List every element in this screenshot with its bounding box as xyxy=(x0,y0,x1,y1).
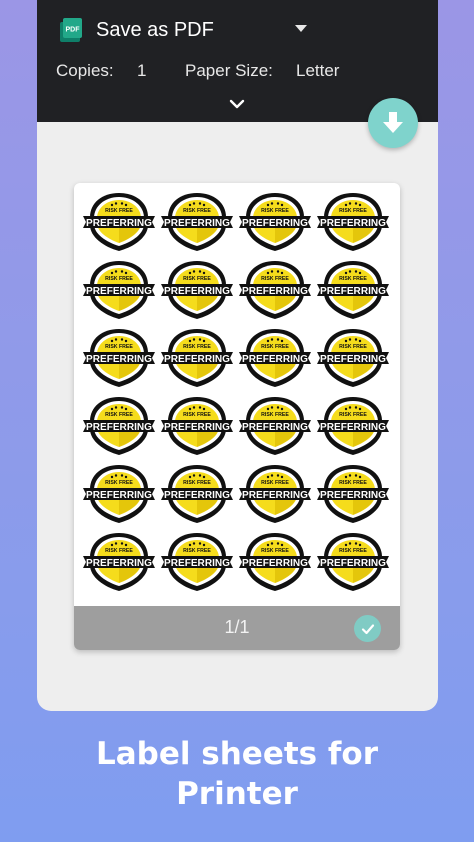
label-main-text: PREFERRING xyxy=(320,422,386,433)
download-pdf-button[interactable] xyxy=(368,98,418,148)
label-top-text: RISK FREE xyxy=(339,412,367,418)
label-top-text: RISK FREE xyxy=(183,276,211,282)
label-main-text: PREFERRING xyxy=(86,490,152,501)
label-top-text: RISK FREE xyxy=(339,276,367,282)
label-sheet-grid: RISK FREE PREFERRING RISK FREE PREFERRING RI… xyxy=(82,191,394,601)
label-top-text: RISK FREE xyxy=(261,412,289,418)
label-top-text: RISK FREE xyxy=(183,344,211,350)
label-top-text: RISK FREE xyxy=(183,480,211,486)
label-top-text: RISK FREE xyxy=(105,276,133,282)
label-badge: RISK FREE PREFERRING xyxy=(160,327,234,389)
promo-caption: Label sheets for Printer xyxy=(0,734,474,814)
label-main-text: PREFERRING xyxy=(242,354,308,365)
label-badge: RISK FREE PREFERRING xyxy=(316,327,390,389)
paper-size-label: Paper Size: xyxy=(185,61,273,80)
label-top-text: RISK FREE xyxy=(183,548,211,554)
label-main-text: PREFERRING xyxy=(164,558,230,569)
label-main-text: PREFERRING xyxy=(320,218,386,229)
label-top-text: RISK FREE xyxy=(261,480,289,486)
label-main-text: PREFERRING xyxy=(320,354,386,365)
label-badge: RISK FREE PREFERRING xyxy=(238,463,312,525)
label-main-text: PREFERRING xyxy=(86,218,152,229)
label-main-text: PREFERRING xyxy=(242,558,308,569)
caption-line-1: Label sheets for xyxy=(95,736,378,772)
label-badge: RISK FREE PREFERRING xyxy=(160,191,234,253)
label-main-text: PREFERRING xyxy=(164,354,230,365)
page-counter: 1/1 xyxy=(224,617,250,637)
destination-select[interactable]: Save as PDF xyxy=(96,17,214,43)
label-badge: RISK FREE PREFERRING xyxy=(238,191,312,253)
svg-text:PDF: PDF xyxy=(66,27,81,34)
label-badge: RISK FREE PREFERRING xyxy=(316,395,390,457)
label-badge: RISK FREE PREFERRING xyxy=(238,531,312,593)
label-main-text: PREFERRING xyxy=(320,490,386,501)
label-main-text: PREFERRING xyxy=(86,354,152,365)
label-main-text: PREFERRING xyxy=(86,558,152,569)
dropdown-caret-icon[interactable] xyxy=(295,25,307,32)
label-badge: RISK FREE PREFERRING xyxy=(82,463,156,525)
label-badge: RISK FREE PREFERRING xyxy=(316,191,390,253)
label-top-text: RISK FREE xyxy=(339,480,367,486)
label-main-text: PREFERRING xyxy=(242,286,308,297)
label-top-text: RISK FREE xyxy=(261,548,289,554)
label-top-text: RISK FREE xyxy=(183,412,211,418)
label-badge: RISK FREE PREFERRING xyxy=(238,259,312,321)
label-top-text: RISK FREE xyxy=(105,548,133,554)
label-main-text: PREFERRING xyxy=(242,218,308,229)
label-badge: RISK FREE PREFERRING xyxy=(160,531,234,593)
label-badge: RISK FREE PREFERRING xyxy=(160,463,234,525)
label-badge: RISK FREE PREFERRING xyxy=(160,259,234,321)
label-top-text: RISK FREE xyxy=(261,344,289,350)
label-top-text: RISK FREE xyxy=(339,548,367,554)
page-footer: 1/1 xyxy=(74,606,400,650)
label-top-text: RISK FREE xyxy=(339,208,367,214)
chevron-down-icon[interactable] xyxy=(229,97,245,109)
label-top-text: RISK FREE xyxy=(261,208,289,214)
label-badge: RISK FREE PREFERRING xyxy=(160,395,234,457)
pdf-icon: PDF xyxy=(57,17,83,43)
label-top-text: RISK FREE xyxy=(105,480,133,486)
download-arrow-icon xyxy=(383,112,403,133)
check-icon xyxy=(361,623,374,634)
print-preview-screen: PDF Save as PDF Copies: 1 Paper Size: Le… xyxy=(37,0,438,711)
label-top-text: RISK FREE xyxy=(339,344,367,350)
label-top-text: RISK FREE xyxy=(105,344,133,350)
label-badge: RISK FREE PREFERRING xyxy=(316,531,390,593)
label-main-text: PREFERRING xyxy=(320,286,386,297)
label-top-text: RISK FREE xyxy=(261,276,289,282)
label-badge: RISK FREE PREFERRING xyxy=(82,259,156,321)
copies-label: Copies: xyxy=(56,61,114,80)
label-top-text: RISK FREE xyxy=(105,412,133,418)
label-main-text: PREFERRING xyxy=(164,422,230,433)
label-badge: RISK FREE PREFERRING xyxy=(82,191,156,253)
label-badge: RISK FREE PREFERRING xyxy=(238,395,312,457)
paper-size-value[interactable]: Letter xyxy=(296,61,339,81)
label-main-text: PREFERRING xyxy=(164,490,230,501)
label-main-text: PREFERRING xyxy=(320,558,386,569)
label-main-text: PREFERRING xyxy=(86,422,152,433)
label-badge: RISK FREE PREFERRING xyxy=(316,463,390,525)
label-main-text: PREFERRING xyxy=(86,286,152,297)
label-badge: RISK FREE PREFERRING xyxy=(82,395,156,457)
label-badge: RISK FREE PREFERRING xyxy=(316,259,390,321)
copies-value[interactable]: 1 xyxy=(137,61,146,81)
caption-line-2: Printer xyxy=(176,776,298,812)
label-main-text: PREFERRING xyxy=(164,218,230,229)
label-top-text: RISK FREE xyxy=(183,208,211,214)
page-preview[interactable]: RISK FREE PREFERRING RISK FREE PREFERRING RI… xyxy=(74,183,400,650)
label-main-text: PREFERRING xyxy=(164,286,230,297)
label-top-text: RISK FREE xyxy=(105,208,133,214)
page-select-checkbox[interactable] xyxy=(354,615,381,642)
label-main-text: PREFERRING xyxy=(242,490,308,501)
label-badge: RISK FREE PREFERRING xyxy=(82,327,156,389)
label-badge: RISK FREE PREFERRING xyxy=(238,327,312,389)
label-badge: RISK FREE PREFERRING xyxy=(82,531,156,593)
label-main-text: PREFERRING xyxy=(242,422,308,433)
